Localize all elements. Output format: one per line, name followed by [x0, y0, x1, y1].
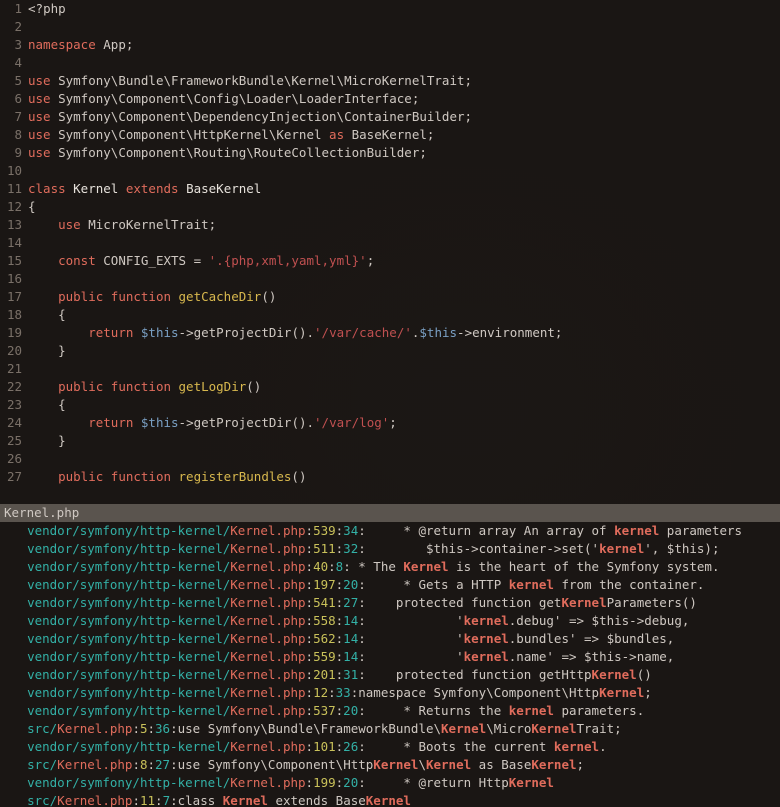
code-line[interactable]: class Kernel extends BaseKernel	[28, 180, 780, 198]
line-number: 9	[0, 144, 22, 162]
search-result-line[interactable]: vendor/symfony/http-kernel/Kernel.php:55…	[12, 612, 772, 630]
code-line[interactable]: {	[28, 198, 780, 216]
code-line[interactable]: return $this->getProjectDir().'/var/log'…	[28, 414, 780, 432]
code-line[interactable]: use MicroKernelTrait;	[28, 216, 780, 234]
line-number: 23	[0, 396, 22, 414]
code-line[interactable]	[28, 360, 780, 378]
code-line[interactable]: }	[28, 432, 780, 450]
search-result-line[interactable]: vendor/symfony/http-kernel/Kernel.php:53…	[12, 702, 772, 720]
code-line[interactable]: const CONFIG_EXTS = '.{php,xml,yaml,yml}…	[28, 252, 780, 270]
search-result-line[interactable]: vendor/symfony/http-kernel/Kernel.php:20…	[12, 666, 772, 684]
search-result-line[interactable]: vendor/symfony/http-kernel/Kernel.php:12…	[12, 684, 772, 702]
line-number: 16	[0, 270, 22, 288]
code-line[interactable]: <?php	[28, 0, 780, 18]
search-result-line[interactable]: src/Kernel.php:8:27:use Symfony\Componen…	[12, 756, 772, 774]
line-number: 18	[0, 306, 22, 324]
code-line[interactable]	[28, 18, 780, 36]
search-result-line[interactable]: vendor/symfony/http-kernel/Kernel.php:10…	[12, 738, 772, 756]
search-result-line[interactable]: vendor/symfony/http-kernel/Kernel.php:40…	[12, 558, 772, 576]
code-line[interactable]	[28, 450, 780, 468]
line-number: 26	[0, 450, 22, 468]
buffer-name-bar: Kernel.php	[0, 504, 780, 522]
code-line[interactable]: public function getLogDir()	[28, 378, 780, 396]
search-result-line[interactable]: vendor/symfony/http-kernel/Kernel.php:56…	[12, 630, 772, 648]
code-line[interactable]: public function getCacheDir()	[28, 288, 780, 306]
line-number: 24	[0, 414, 22, 432]
line-number-gutter: 1234567891011121314151617181920212223242…	[0, 0, 28, 504]
code-line[interactable]: public function registerBundles()	[28, 468, 780, 486]
line-number: 3	[0, 36, 22, 54]
code-line[interactable]: {	[28, 396, 780, 414]
search-result-line[interactable]: vendor/symfony/http-kernel/Kernel.php:51…	[12, 540, 772, 558]
code-line[interactable]: }	[28, 342, 780, 360]
line-number: 15	[0, 252, 22, 270]
search-result-line[interactable]: vendor/symfony/http-kernel/Kernel.php:54…	[12, 594, 772, 612]
line-number: 7	[0, 108, 22, 126]
line-number: 12	[0, 198, 22, 216]
code-line[interactable]: use Symfony\Component\Config\Loader\Load…	[28, 90, 780, 108]
search-result-line[interactable]: vendor/symfony/http-kernel/Kernel.php:19…	[12, 576, 772, 594]
code-line[interactable]: use Symfony\Bundle\FrameworkBundle\Kerne…	[28, 72, 780, 90]
code-line[interactable]	[28, 162, 780, 180]
search-result-line[interactable]: src/Kernel.php:11:7:class Kernel extends…	[12, 792, 772, 807]
line-number: 1	[0, 0, 22, 18]
code-line[interactable]: use Symfony\Component\HttpKernel\Kernel …	[28, 126, 780, 144]
line-number: 20	[0, 342, 22, 360]
code-line[interactable]	[28, 234, 780, 252]
line-number: 22	[0, 378, 22, 396]
line-number: 14	[0, 234, 22, 252]
line-number: 8	[0, 126, 22, 144]
line-number: 19	[0, 324, 22, 342]
search-result-line[interactable]: vendor/symfony/http-kernel/Kernel.php:53…	[12, 522, 772, 540]
line-number: 6	[0, 90, 22, 108]
search-result-line[interactable]: vendor/symfony/http-kernel/Kernel.php:19…	[12, 774, 772, 792]
line-number: 4	[0, 54, 22, 72]
line-number: 13	[0, 216, 22, 234]
code-editor[interactable]: 1234567891011121314151617181920212223242…	[0, 0, 780, 504]
code-line[interactable]: {	[28, 306, 780, 324]
line-number: 27	[0, 468, 22, 486]
code-line[interactable]: use Symfony\Component\DependencyInjectio…	[28, 108, 780, 126]
line-number: 5	[0, 72, 22, 90]
line-number: 2	[0, 18, 22, 36]
search-result-line[interactable]: vendor/symfony/http-kernel/Kernel.php:55…	[12, 648, 772, 666]
search-results-panel[interactable]: vendor/symfony/http-kernel/Kernel.php:53…	[0, 522, 780, 807]
code-line[interactable]: return $this->getProjectDir().'/var/cach…	[28, 324, 780, 342]
code-line[interactable]: use Symfony\Component\Routing\RouteColle…	[28, 144, 780, 162]
search-result-line[interactable]: src/Kernel.php:5:36:use Symfony\Bundle\F…	[12, 720, 772, 738]
code-line[interactable]	[28, 270, 780, 288]
line-number: 17	[0, 288, 22, 306]
line-number: 11	[0, 180, 22, 198]
code-area[interactable]: <?php namespace App; use Symfony\Bundle\Fr…	[28, 0, 780, 504]
code-line[interactable]	[28, 54, 780, 72]
line-number: 10	[0, 162, 22, 180]
code-line[interactable]: namespace App;	[28, 36, 780, 54]
line-number: 25	[0, 432, 22, 450]
line-number: 21	[0, 360, 22, 378]
